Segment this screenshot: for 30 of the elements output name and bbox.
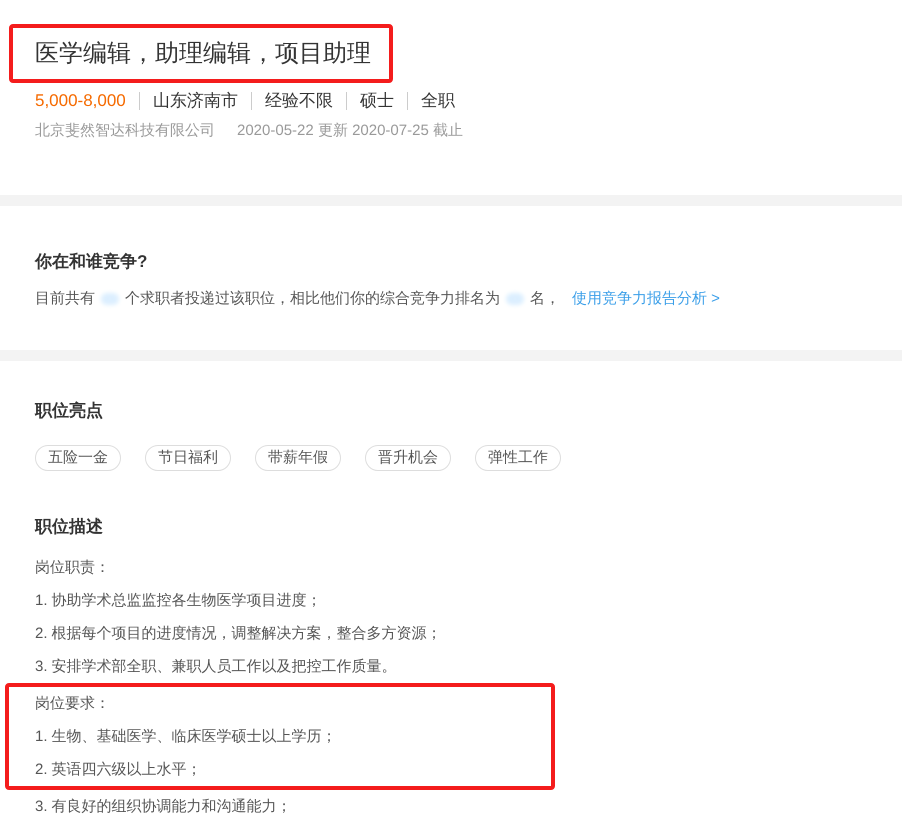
competition-text: 名， — [530, 289, 560, 309]
competition-text: 个求职者投递过该职位，相比他们你的综合竞争力排名为 — [125, 289, 500, 309]
job-dates: 2020-05-22 更新 2020-07-25 截止 — [237, 122, 463, 139]
section-heading: 职位描述 — [35, 516, 104, 538]
job-attribute: 山东济南市 — [138, 92, 251, 110]
description-line: 2. 英语四六级以上水平； — [35, 760, 203, 780]
blurred-number — [506, 293, 524, 305]
description-line: 岗位要求： — [35, 694, 111, 714]
benefit-tag: 五险一金 — [35, 445, 121, 471]
salary-range: 5,000-8,000 — [35, 90, 127, 112]
description-line: 3. 安排学术部全职、兼职人员工作以及把控工作质量。 — [35, 657, 398, 677]
company-name: 北京斐然智达科技有限公司 — [35, 122, 215, 139]
job-attribute: 硕士 — [346, 92, 407, 110]
description-line: 岗位职责： — [35, 558, 111, 578]
description-line: 1. 协助学术总监监控各生物医学项目进度； — [35, 591, 323, 611]
description-line: 1. 生物、基础医学、临床医学硕士以上学历； — [35, 727, 338, 747]
benefit-tag: 弹性工作 — [475, 445, 561, 471]
job-attribute: 全职 — [406, 92, 468, 110]
report-link[interactable]: 使用竞争力报告分析 > — [572, 288, 720, 310]
job-title: 医学编辑，助理编辑，项目助理 — [9, 24, 393, 83]
description-line: 3. 有良好的组织协调能力和沟通能力； — [35, 797, 293, 816]
benefit-tag: 节日福利 — [145, 445, 231, 471]
competition-text: 目前共有 — [35, 289, 95, 309]
section-heading: 职位亮点 — [35, 400, 104, 422]
description-line: 2. 根据每个项目的进度情况，调整解决方案，整合多方资源； — [35, 624, 443, 644]
job-attribute: 经验不限 — [250, 92, 346, 110]
benefit-tag: 晋升机会 — [365, 445, 451, 471]
benefit-tag: 带薪年假 — [255, 445, 341, 471]
section-heading: 你在和谁竞争? — [35, 251, 148, 273]
blurred-number — [101, 293, 119, 305]
